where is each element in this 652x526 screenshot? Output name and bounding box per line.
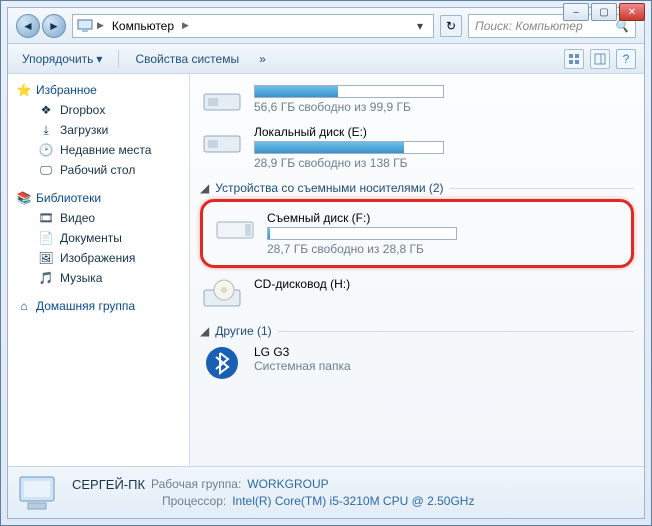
drive-free-text: 28,7 ГБ свободно из 28,8 ГБ [267,242,621,256]
device-item-bluetooth[interactable]: LG G3 Системная папка [200,342,634,384]
music-icon: 🎵 [38,270,54,286]
hdd-icon [200,83,244,119]
pc-name: СЕРГЕЙ-ПК [72,477,145,492]
body: ⭐ Избранное ❖Dropbox ⤓Загрузки 🕑Недавние… [8,74,644,466]
star-icon: ⭐ [16,82,32,98]
drive-label: Съемный диск (F:) [267,211,621,225]
drive-free-text: 56,6 ГБ свободно из 99,9 ГБ [254,100,634,114]
drive-item-f[interactable]: Съемный диск (F:) 28,7 ГБ свободно из 28… [213,208,621,259]
minimize-button[interactable]: – [563,3,589,21]
address-dropdown[interactable]: ▾ [411,19,429,33]
breadcrumb-sep-icon: ▶ [97,20,104,31]
capacity-fill [255,142,404,153]
images-icon: 🖼 [38,250,54,266]
homegroup-header[interactable]: ⌂ Домашняя группа [12,296,185,316]
organize-menu[interactable]: Упорядочить ▾ [16,49,108,69]
highlighted-region: Съемный диск (F:) 28,7 ГБ свободно из 28… [200,199,634,268]
cd-drive-icon [200,277,244,313]
libraries-header[interactable]: 📚 Библиотеки [12,188,185,208]
other-section-header[interactable]: ◢ Другие (1) [200,324,634,338]
view-mode-button[interactable] [564,49,584,69]
forward-button[interactable]: ► [42,14,66,38]
help-button[interactable]: ? [616,49,636,69]
sidebar-item-downloads[interactable]: ⤓Загрузки [12,120,185,140]
drive-item-cd[interactable]: CD-дисковод (H:) [200,274,634,316]
device-label: LG G3 [254,345,634,359]
recent-icon: 🕑 [38,142,54,158]
library-icon: 📚 [16,190,32,206]
chevron-down-icon: ▾ [96,52,102,66]
sidebar-item-desktop[interactable]: 🖵Рабочий стол [12,160,185,180]
sidebar-item-docs[interactable]: 📄Документы [12,228,185,248]
desktop-icon: 🖵 [38,162,54,178]
removable-disk-icon [213,211,257,247]
sidebar-item-video[interactable]: 🎞Видео [12,208,185,228]
downloads-icon: ⤓ [38,122,54,138]
refresh-button[interactable]: ↻ [440,15,462,37]
hdd-icon [200,125,244,161]
workgroup-value: WORKGROUP [247,477,328,492]
collapse-icon: ◢ [200,181,209,195]
device-sublabel: Системная папка [254,359,634,373]
explorer-window: – ▢ ✕ ◄ ► ▶ Компьютер ▶ ▾ ↻ Поиск: Компь… [0,0,652,526]
cpu-value: Intel(R) Core(TM) i5-3210M CPU @ 2.50GHz [232,494,474,508]
sidebar-item-music[interactable]: 🎵Музыка [12,268,185,288]
docs-icon: 📄 [38,230,54,246]
window-inner: ◄ ► ▶ Компьютер ▶ ▾ ↻ Поиск: Компьютер 🔍 [7,7,645,519]
drive-item-e[interactable]: Локальный диск (E:) 28,9 ГБ свободно из … [200,122,634,173]
navigation-tree: ⭐ Избранное ❖Dropbox ⤓Загрузки 🕑Недавние… [8,74,190,466]
breadcrumb-computer[interactable]: Компьютер [108,19,178,33]
close-button[interactable]: ✕ [619,3,645,21]
favorites-header[interactable]: ⭐ Избранное [12,80,185,100]
details-pane: СЕРГЕЙ-ПК Рабочая группа: WORKGROUP Проц… [8,466,644,518]
drive-label: CD-дисковод (H:) [254,277,634,291]
maximize-button[interactable]: ▢ [591,3,617,21]
dropbox-icon: ❖ [38,102,54,118]
back-button[interactable]: ◄ [16,14,40,38]
collapse-icon: ◢ [200,324,209,338]
sidebar-item-dropbox[interactable]: ❖Dropbox [12,100,185,120]
preview-pane-button[interactable] [590,49,610,69]
details-text: СЕРГЕЙ-ПК Рабочая группа: WORKGROUP Проц… [72,477,474,508]
content-pane: 56,6 ГБ свободно из 99,9 ГБ Локальный ди… [190,74,644,466]
drive-free-text: 28,9 ГБ свободно из 138 ГБ [254,156,634,170]
breadcrumb-sep-icon: ▶ [182,20,189,31]
drive-label: Локальный диск (E:) [254,125,634,139]
computer-icon [77,18,93,34]
window-controls: – ▢ ✕ [563,3,645,21]
computer-large-icon [18,473,62,513]
video-icon: 🎞 [38,210,54,226]
nav-arrows: ◄ ► [16,14,66,38]
homegroup-icon: ⌂ [16,298,32,314]
toolbar: Упорядочить ▾ Свойства системы » ? [8,44,644,74]
sidebar-item-images[interactable]: 🖼Изображения [12,248,185,268]
removable-section-header[interactable]: ◢ Устройства со съемными носителями (2) [200,181,634,195]
sidebar-item-recent[interactable]: 🕑Недавние места [12,140,185,160]
system-properties-button[interactable]: Свойства системы [129,49,245,69]
address-bar[interactable]: ▶ Компьютер ▶ ▾ [72,14,434,38]
drive-item[interactable]: 56,6 ГБ свободно из 99,9 ГБ [200,80,634,122]
bluetooth-icon [200,345,244,381]
toolbar-overflow[interactable]: » [253,49,272,69]
navigation-bar: ◄ ► ▶ Компьютер ▶ ▾ ↻ Поиск: Компьютер 🔍 [8,8,644,44]
